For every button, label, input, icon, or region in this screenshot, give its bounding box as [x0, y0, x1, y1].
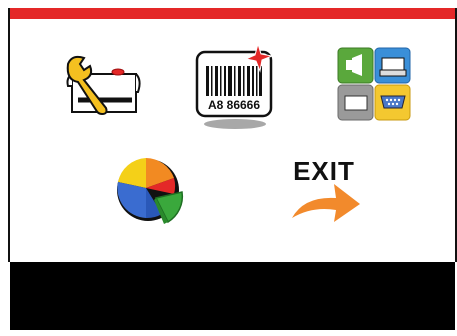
settings-button[interactable] [62, 52, 144, 118]
exit-arrow-icon [292, 184, 360, 222]
frame-border-left [8, 8, 10, 262]
barcode-label-icon: A8 86666 [195, 42, 274, 129]
label-button[interactable]: A8 86666 [192, 42, 278, 130]
top-status-bar [10, 8, 455, 19]
bottom-status-bar [10, 262, 455, 330]
pie-chart-icon [117, 158, 184, 224]
barcode-number-text: A8 86666 [208, 98, 260, 112]
interface-button[interactable] [336, 46, 412, 122]
exit-button[interactable]: EXIT [286, 156, 362, 224]
statistics-button[interactable] [112, 154, 188, 226]
wrench-printer-icon [66, 55, 141, 116]
printer-menu-screen: A8 86666 EXIT [0, 0, 457, 336]
interface-ports-icon [337, 47, 411, 121]
